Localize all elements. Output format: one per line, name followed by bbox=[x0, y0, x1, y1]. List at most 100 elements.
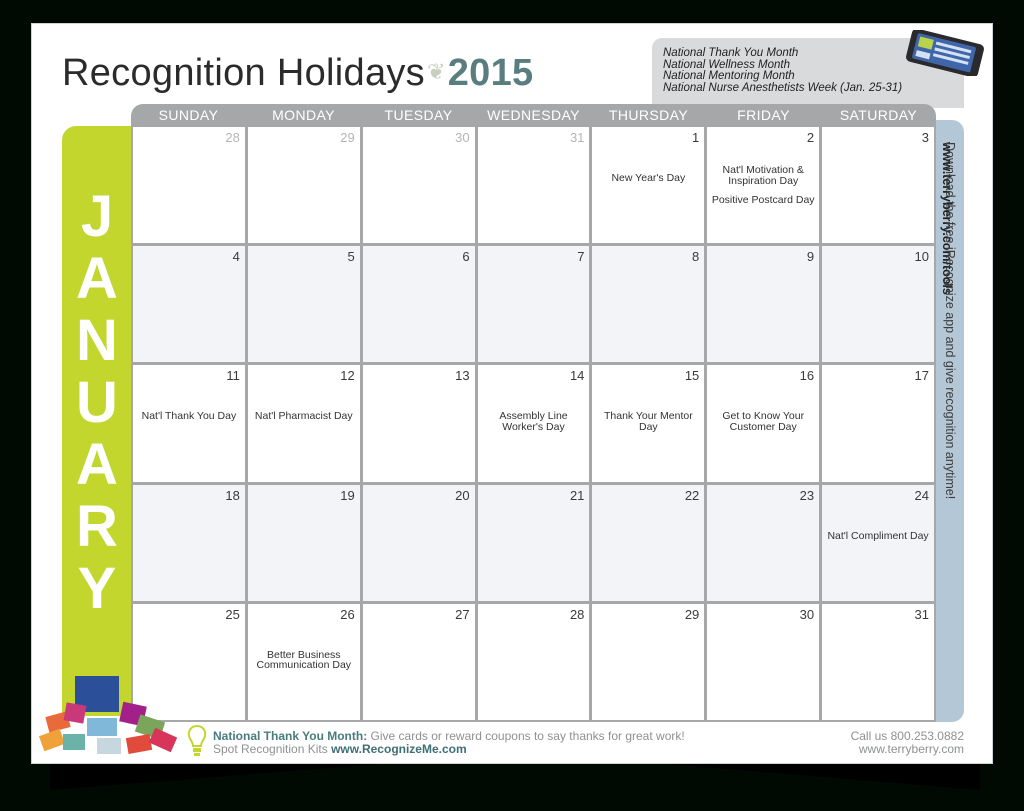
month-letter: Y bbox=[77, 556, 117, 621]
day-number: 31 bbox=[569, 130, 585, 145]
footer-highlight: National Thank You Month: bbox=[213, 729, 368, 743]
day-cell[interactable]: 19 bbox=[247, 484, 360, 601]
day-cell[interactable]: 9 bbox=[707, 246, 820, 363]
day-cell[interactable]: 11 Nat'l Thank You Day bbox=[133, 365, 245, 482]
day-number: 10 bbox=[914, 249, 929, 265]
day-number: 28 bbox=[569, 606, 585, 622]
day-number: 20 bbox=[455, 487, 470, 503]
day-cell[interactable]: 12 Nat'l Pharmacist Day bbox=[247, 365, 360, 482]
lightbulb-icon bbox=[187, 724, 207, 756]
day-cell[interactable]: 20 bbox=[362, 484, 475, 601]
day-cell[interactable]: 1 New Year's Day bbox=[592, 127, 705, 244]
day-cell[interactable]: 2 Nat'l Motivation & Inspiration Day Posit… bbox=[707, 127, 820, 244]
day-cell[interactable]: 22 bbox=[592, 484, 705, 601]
day-cell[interactable]: 28 bbox=[133, 127, 245, 244]
day-cell[interactable]: 23 bbox=[707, 484, 820, 601]
footer-promo: National Thank You Month: Give cards or … bbox=[213, 730, 685, 756]
event-label: Better Business Communication Day bbox=[256, 648, 352, 672]
day-number: 5 bbox=[347, 249, 355, 265]
calendar-page: Recognition Holidays❦ 20 1 5 National Thank… bbox=[31, 23, 993, 764]
day-cell[interactable]: 15 Thank Your Mentor Day bbox=[592, 365, 705, 482]
day-cell[interactable]: 3 bbox=[822, 127, 934, 244]
day-cell[interactable]: 14 Assembly Line Worker's Day bbox=[477, 365, 590, 482]
observance-item: National Nurse Anesthetists Week (Jan. 2… bbox=[663, 81, 903, 94]
day-cell[interactable]: 24 Nat'l Compliment Day bbox=[822, 484, 934, 601]
contact-website[interactable]: www.terryberry.com bbox=[851, 743, 964, 756]
calendar-grid: 28 29 30 31 1 New Year's Day 2 Nat'l Motivation… bbox=[131, 125, 936, 722]
day-number: 29 bbox=[340, 130, 355, 145]
day-cell[interactable]: 31 bbox=[822, 603, 934, 720]
recognition-cards-icon bbox=[38, 676, 178, 754]
weekday-sunday: SUNDAY bbox=[158, 107, 219, 123]
day-number: 18 bbox=[225, 487, 240, 503]
day-cell[interactable]: 31 bbox=[477, 127, 590, 244]
day-cell[interactable]: 10 bbox=[822, 246, 934, 363]
day-cell[interactable]: 7 bbox=[477, 246, 590, 363]
event-list: Better Business Communication Day bbox=[252, 650, 356, 680]
title-text: Recognition Holidays bbox=[62, 52, 425, 94]
month-letter: R bbox=[76, 494, 118, 559]
day-cell[interactable]: 17 bbox=[822, 365, 934, 482]
event-label: Thank Your Mentor Day bbox=[603, 410, 693, 433]
event-list: Nat'l Pharmacist Day bbox=[252, 411, 356, 431]
month-letter: U bbox=[76, 370, 118, 435]
ornament-icon: ❦ bbox=[426, 59, 446, 84]
weekday-header: SUNDAY MONDAY TUESDAY WEDNESDAY THURSDAY… bbox=[131, 104, 936, 126]
weekday-friday: FRIDAY bbox=[737, 107, 790, 123]
month-letter: A bbox=[76, 246, 118, 311]
day-number: 1 bbox=[692, 130, 700, 145]
day-number: 23 bbox=[799, 487, 815, 503]
month-letter: N bbox=[76, 308, 118, 373]
page-shadow-left bbox=[50, 760, 430, 790]
day-number: 30 bbox=[455, 130, 470, 145]
day-cell[interactable]: 4 bbox=[133, 246, 245, 363]
weekday-saturday: SATURDAY bbox=[839, 107, 918, 123]
day-number: 21 bbox=[569, 487, 585, 503]
page-shadow-right bbox=[620, 760, 980, 790]
day-cell[interactable]: 28 bbox=[477, 603, 590, 720]
day-cell[interactable]: 30 bbox=[707, 603, 820, 720]
day-number: 31 bbox=[914, 606, 929, 622]
day-number: 28 bbox=[225, 130, 240, 145]
side-banner-message: Download the free iRecognize app and giv… bbox=[943, 142, 957, 500]
day-number: 25 bbox=[225, 606, 240, 622]
footer-kits-label: Spot Recognition Kits bbox=[213, 742, 332, 756]
day-cell[interactable]: 8 bbox=[592, 246, 705, 363]
month-letter: J bbox=[80, 184, 114, 249]
day-number: 9 bbox=[806, 249, 815, 265]
day-number: 14 bbox=[569, 368, 585, 384]
day-cell[interactable]: 21 bbox=[477, 484, 590, 601]
weekday-monday: MONDAY bbox=[272, 107, 335, 123]
day-number: 19 bbox=[340, 487, 355, 503]
weekday-tuesday: TUESDAY bbox=[384, 107, 453, 123]
footer-kits-link[interactable]: www.RecognizeMe.com bbox=[331, 742, 467, 756]
day-cell[interactable]: 26 Better Business Communication Day bbox=[247, 603, 360, 720]
side-banner-text: Download the free iRecognize app and giv… bbox=[937, 142, 965, 722]
day-cell[interactable]: 13 bbox=[362, 365, 475, 482]
day-cell[interactable]: 29 bbox=[592, 603, 705, 720]
event-list: Get to Know Your Customer Day bbox=[711, 411, 815, 441]
event-label: Get to Know Your Customer Day bbox=[722, 410, 805, 433]
month-letter: A bbox=[76, 432, 118, 497]
day-cell[interactable]: 6 bbox=[362, 246, 475, 363]
month-name-bar: J A N U A R Y bbox=[62, 126, 132, 716]
day-cell[interactable]: 30 bbox=[362, 127, 475, 244]
day-cell[interactable]: 27 bbox=[362, 603, 475, 720]
day-cell[interactable]: 29 bbox=[247, 127, 360, 244]
event-list: Thank Your Mentor Day bbox=[596, 411, 700, 441]
smartphone-app-icon bbox=[906, 30, 984, 76]
day-number: 24 bbox=[914, 487, 929, 503]
event-list: Nat'l Motivation & Inspiration Day Positi… bbox=[711, 165, 815, 215]
weekday-thursday: THURSDAY bbox=[608, 107, 689, 123]
weekday-wednesday: WEDNESDAY bbox=[487, 107, 580, 123]
day-cell[interactable]: 16 Get to Know Your Customer Day bbox=[707, 365, 820, 482]
event-list: Nat'l Compliment Day bbox=[826, 531, 930, 551]
day-cell[interactable]: 5 bbox=[247, 246, 360, 363]
day-cell[interactable]: 18 bbox=[133, 484, 245, 601]
day-number: 6 bbox=[462, 249, 470, 265]
footer-message: Give cards or reward coupons to say than… bbox=[367, 729, 685, 743]
event-label: Nat'l Pharmacist Day bbox=[254, 410, 353, 423]
day-number: 4 bbox=[232, 249, 240, 265]
day-number: 30 bbox=[799, 606, 815, 622]
event-list: New Year's Day bbox=[596, 173, 700, 193]
